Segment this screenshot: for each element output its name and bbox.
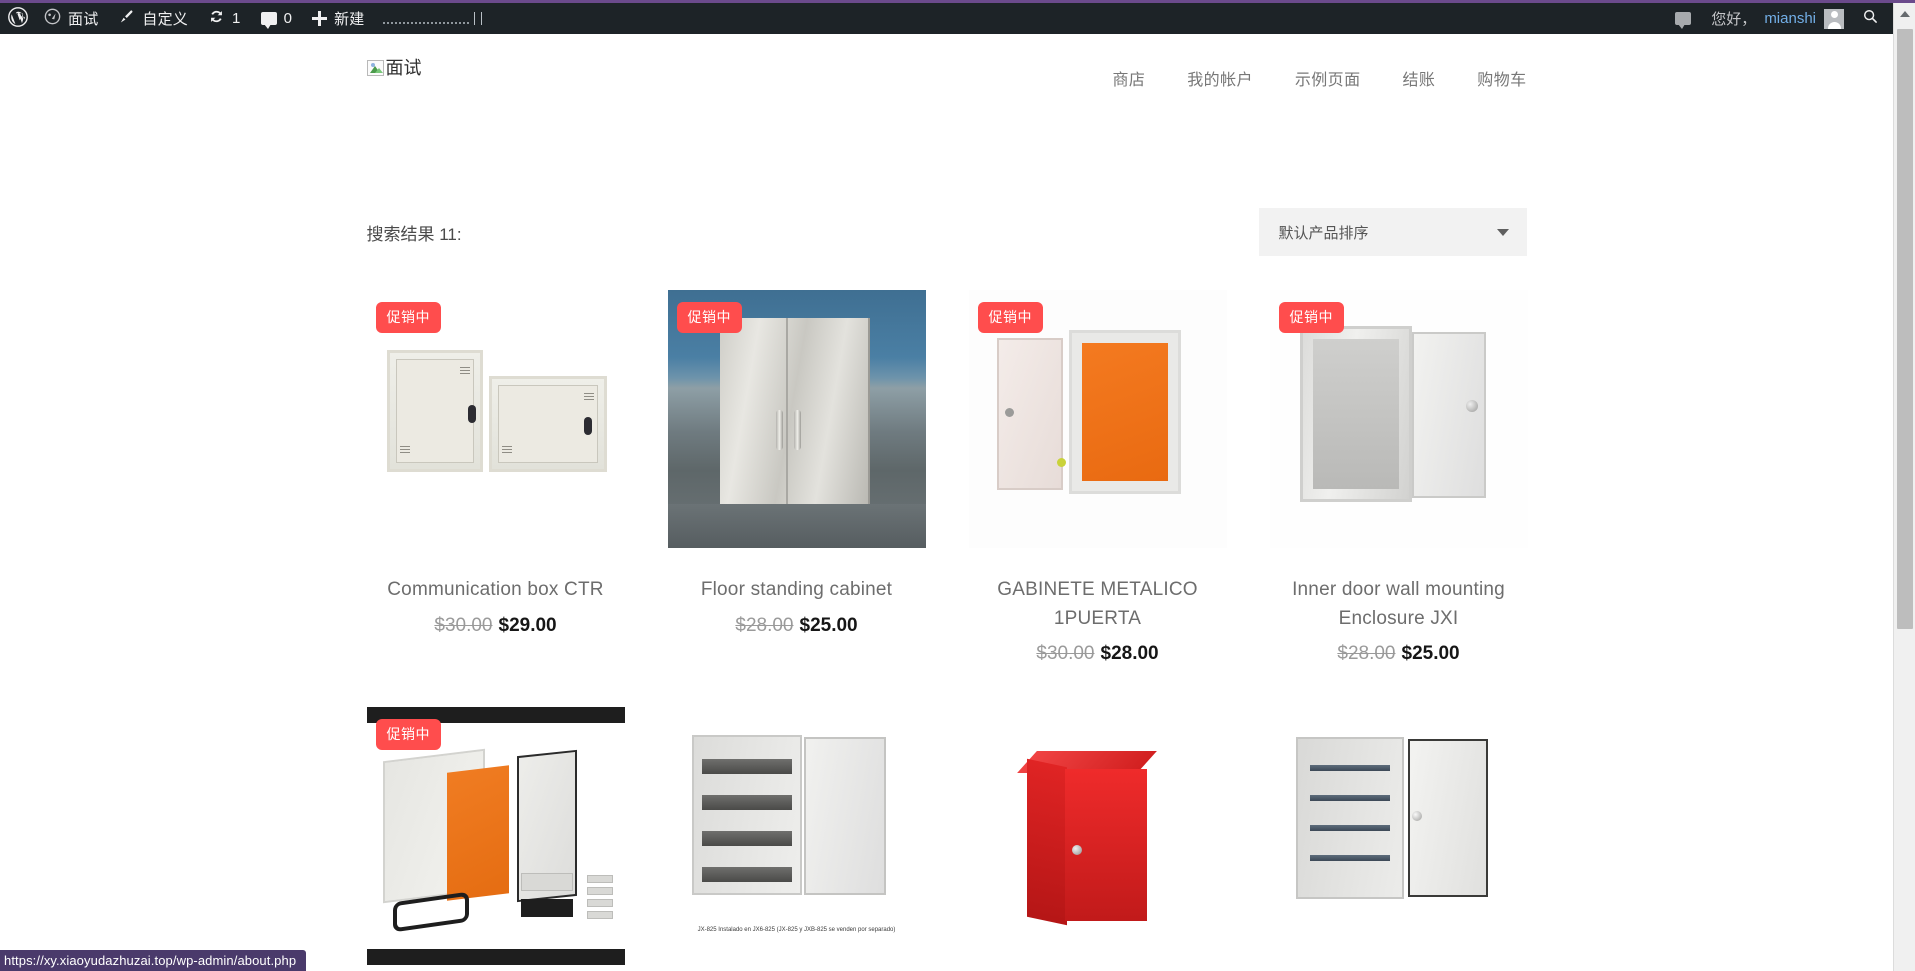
product-price-old: $28.00 (735, 614, 794, 636)
product-price-old: $30.00 (434, 614, 493, 636)
text-caret-mark-1 (473, 12, 475, 25)
product-price-new: $28.00 (1100, 643, 1159, 664)
product-image (1269, 707, 1528, 965)
sale-badge: 促销中 (375, 719, 441, 750)
broken-image-icon (366, 60, 384, 76)
site-logo-alt-text: 面试 (385, 58, 422, 78)
adminbar-my-account[interactable]: 您好， mianshi (1701, 3, 1854, 34)
comment-bubble-icon (1675, 12, 1692, 29)
site-header: 面试 商店 我的帐户 示例页面 结账 购物车 (366, 34, 1527, 90)
product-image (968, 707, 1227, 965)
product-title[interactable]: Inner door wall mounting Enclosure JXI (1270, 576, 1528, 633)
page-scrollbar[interactable] (1893, 3, 1915, 971)
updates-icon (208, 8, 225, 29)
plus-icon (312, 11, 328, 26)
product-price-new: $25.00 (799, 614, 858, 636)
product-card (968, 707, 1227, 965)
product-thumbnail[interactable]: 促销中 (1269, 290, 1528, 548)
product-thumbnail[interactable]: 促销中 (968, 290, 1227, 548)
browser-status-bar: https://xy.xiaoyudazhuzai.top/wp-admin/a… (0, 950, 307, 971)
nav-item-sample-page[interactable]: 示例页面 (1295, 66, 1361, 90)
product-sort-value: 默认产品排序 (1278, 224, 1369, 242)
wp-logo-button[interactable] (0, 3, 34, 34)
product-price-old: $28.00 (1337, 643, 1396, 664)
adminbar-comments-count: 0 (283, 10, 293, 27)
adminbar-comments-button[interactable]: 0 (251, 3, 303, 34)
adminbar-updates-count: 1 (232, 10, 241, 27)
product-thumbnail[interactable]: JX-825 Instalado en JX6-825 (JX-825 y JX… (667, 707, 926, 965)
sale-badge: 促销中 (1278, 302, 1344, 333)
product-card: JX-825 Instalado en JX6-825 (JX-825 y JX… (667, 707, 926, 965)
sale-badge: 促销中 (375, 302, 441, 333)
adminbar-new-label: 新建 (334, 11, 365, 28)
search-results-title: 搜索结果 11: (366, 224, 462, 244)
chevron-up-icon (1900, 11, 1910, 17)
adminbar-right-group: 您好， mianshi (1665, 3, 1893, 34)
product-title[interactable]: Communication box CTR (367, 576, 625, 605)
howdy-greeting: 您好， (1711, 11, 1757, 28)
product-price: $28.00 $25.00 (668, 615, 926, 637)
search-icon (1862, 8, 1879, 29)
scrollbar-thumb[interactable] (1897, 29, 1913, 629)
adminbar-customize-label: 自定义 (142, 11, 189, 28)
product-title[interactable]: Floor standing cabinet (668, 576, 926, 605)
product-price-old: $30.00 (1036, 643, 1095, 664)
product-card: 促销中 (366, 707, 625, 965)
product-price-new: $25.00 (1401, 643, 1460, 664)
nav-item-checkout[interactable]: 结账 (1402, 66, 1435, 90)
chevron-down-icon (1496, 228, 1509, 236)
product-thumbnail[interactable]: 促销中 (667, 290, 926, 548)
adminbar-updates-button[interactable]: 1 (198, 3, 251, 34)
product-price: $28.00 $25.00 (1270, 643, 1528, 665)
product-price: $30.00 $29.00 (367, 615, 625, 637)
product-card (1269, 707, 1528, 965)
dashboard-icon (44, 8, 61, 29)
nav-item-my-account[interactable]: 我的帐户 (1187, 66, 1253, 90)
dotted-underline (382, 22, 469, 24)
avatar-icon (1824, 8, 1844, 29)
nav-item-cart[interactable]: 购物车 (1477, 66, 1526, 90)
adminbar-new-content-button[interactable]: 新建 (302, 3, 374, 34)
sale-badge: 促销中 (977, 302, 1043, 333)
results-bar: 搜索结果 11: 默认产品排序 (367, 208, 1527, 256)
product-grid: 促销中 Communication box CTR $30.00$29.00 (366, 290, 1528, 965)
product-price-new: $29.00 (498, 614, 557, 636)
text-caret-mark-2 (480, 12, 482, 25)
adminbar-customize-button[interactable]: 自定义 (108, 3, 198, 34)
product-thumbnail[interactable] (1269, 707, 1528, 965)
account-username: mianshi (1764, 10, 1816, 27)
product-card: 促销中 GABINETE METALICO 1PUERTA $30.00 $28.… (968, 290, 1227, 665)
product-price: $30.00 $28.00 (969, 643, 1227, 665)
browser-top-edge (0, 0, 1915, 3)
product-thumbnail[interactable]: 促销中 (366, 707, 625, 965)
product-sort-select[interactable]: 默认产品排序 (1258, 208, 1527, 256)
adminbar-search-button[interactable] (1854, 3, 1893, 34)
primary-navigation: 商店 我的帐户 示例页面 结账 购物车 (1112, 60, 1526, 90)
paintbrush-icon (118, 8, 135, 29)
adminbar-spacer (375, 3, 1666, 34)
nav-item-shop[interactable]: 商店 (1112, 66, 1145, 90)
adminbar-comments-secondary-button[interactable] (1665, 3, 1701, 34)
comment-bubble-icon (260, 12, 277, 29)
product-thumbnail[interactable]: 促销中 (366, 290, 625, 548)
site-logo-link[interactable]: 面试 (366, 58, 422, 78)
wordpress-logo-icon (8, 7, 28, 30)
product-card: 促销中 Communication box CTR $30.00 $29.00 (366, 290, 625, 665)
product-image-caption: JX-825 Instalado en JX6-825 (JX-825 y JX… (697, 927, 896, 934)
content-container: 面试 商店 我的帐户 示例页面 结账 购物车 搜索结果 11: 默认产品排序 促… (366, 34, 1528, 965)
product-image: JX-825 Instalado en JX6-825 (JX-825 y JX… (667, 707, 926, 965)
scrollbar-up-arrow[interactable] (1894, 3, 1915, 25)
adminbar-site-name[interactable]: 面试 (34, 3, 108, 34)
product-card: 促销中 Inner door wall mounting Enclosure J… (1269, 290, 1528, 665)
adminbar-site-name-label: 面试 (68, 11, 99, 28)
sale-badge: 促销中 (676, 302, 742, 333)
product-title[interactable]: GABINETE METALICO 1PUERTA (969, 576, 1227, 633)
site-page: 面试 商店 我的帐户 示例页面 结账 购物车 搜索结果 11: 默认产品排序 促… (0, 34, 1893, 971)
wp-admin-bar: 面试 自定义 1 0 新建 您好， mianshi (0, 3, 1893, 34)
adminbar-inline-url-field[interactable] (382, 12, 487, 26)
product-card: 促销中 Floor standing cabinet $28.00 $25.00 (667, 290, 926, 665)
product-thumbnail[interactable] (968, 707, 1227, 965)
